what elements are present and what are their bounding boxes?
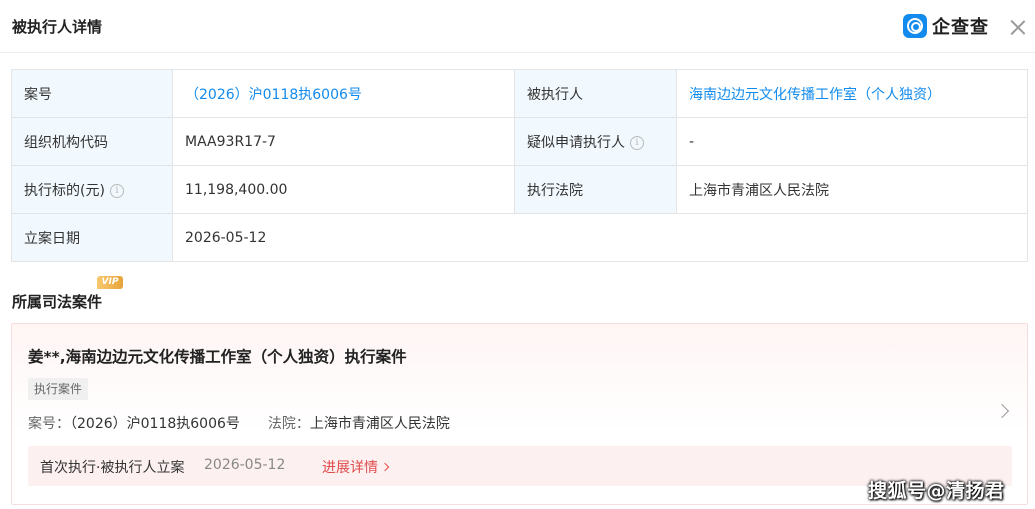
court-value: 上海市青浦区人民法院 xyxy=(309,416,450,432)
chevron-right-icon xyxy=(380,462,390,472)
brand-name: 企查查 xyxy=(932,17,989,38)
progress-details-link[interactable]: 进展详情 xyxy=(322,457,390,477)
info-icon[interactable]: i xyxy=(630,135,644,150)
table-row: 执行标的(元) i 11,198,400.00 执行法院 上海市青浦区人民法院 xyxy=(11,165,1028,214)
suspected-applicant-label-text: 疑似申请执行人 xyxy=(527,134,625,151)
table-row: 案号 （2026）沪0118执6006号 被执行人 海南边边元文化传播工作室（个… xyxy=(11,69,1028,118)
execution-amount-label-text: 执行标的(元) xyxy=(24,182,105,199)
label-suspected-applicant: 疑似申请执行人 i xyxy=(514,117,677,166)
qcc-logo-icon xyxy=(903,14,927,38)
brand-logo: 企查查 xyxy=(903,13,989,39)
chevron-right-icon[interactable] xyxy=(994,403,1010,419)
label-filing-date: 立案日期 xyxy=(11,213,173,262)
vip-badge: VIP xyxy=(97,276,123,289)
case-meta: 案号：（2026）沪0118执6006号 法院：上海市青浦区人民法院 xyxy=(28,413,450,433)
value-executee: 海南边边元文化传播工作室（个人独资） xyxy=(676,69,1028,118)
label-execution-amount: 执行标的(元) i xyxy=(11,165,173,214)
progress-row: 首次执行·被执行人立案 2026-05-12 进展详情 xyxy=(28,446,1012,486)
label-org-code: 组织机构代码 xyxy=(11,117,173,166)
progress-event: 首次执行·被执行人立案 xyxy=(40,460,185,476)
label-executee: 被执行人 xyxy=(514,69,677,118)
section-title: 所属司法案件 xyxy=(12,293,103,311)
progress-details-text: 进展详情 xyxy=(322,460,378,476)
close-icon[interactable] xyxy=(1008,17,1028,37)
executee-link[interactable]: 海南边边元文化传播工作室（个人独资） xyxy=(689,87,941,103)
label-court: 执行法院 xyxy=(514,165,677,214)
case-number-link[interactable]: （2026）沪0118执6006号 xyxy=(185,87,362,103)
value-case-number: （2026）沪0118执6006号 xyxy=(172,69,515,118)
value-org-code: MAA93R17-7 xyxy=(172,117,515,166)
executee-info-table: 案号 （2026）沪0118执6006号 被执行人 海南边边元文化传播工作室（个… xyxy=(11,69,1028,262)
value-execution-amount: 11,198,400.00 xyxy=(172,165,515,214)
watermark: 搜狐号@清扬君 xyxy=(868,480,1005,502)
value-filing-date: 2026-05-12 xyxy=(172,213,1028,262)
case-type-tag: 执行案件 xyxy=(28,378,89,400)
progress-date: 2026-05-12 xyxy=(204,457,286,473)
court-label: 法院： xyxy=(267,416,310,432)
case-title: 姜**,海南边边元文化传播工作室（个人独资）执行案件 xyxy=(28,348,407,366)
table-row: 立案日期 2026-05-12 xyxy=(11,213,1028,262)
case-number-label: 案号： xyxy=(28,416,70,432)
dialog-header: 被执行人详情 企查查 xyxy=(0,0,1035,53)
dialog-title: 被执行人详情 xyxy=(12,18,103,36)
case-number-value: （2026）沪0118执6006号 xyxy=(70,416,240,432)
value-suspected-applicant: - xyxy=(676,117,1028,166)
info-icon[interactable]: i xyxy=(109,183,124,198)
value-court: 上海市青浦区人民法院 xyxy=(676,165,1028,214)
table-row: 组织机构代码 MAA93R17-7 疑似申请执行人 i - xyxy=(11,117,1028,166)
label-case-number: 案号 xyxy=(11,69,173,118)
